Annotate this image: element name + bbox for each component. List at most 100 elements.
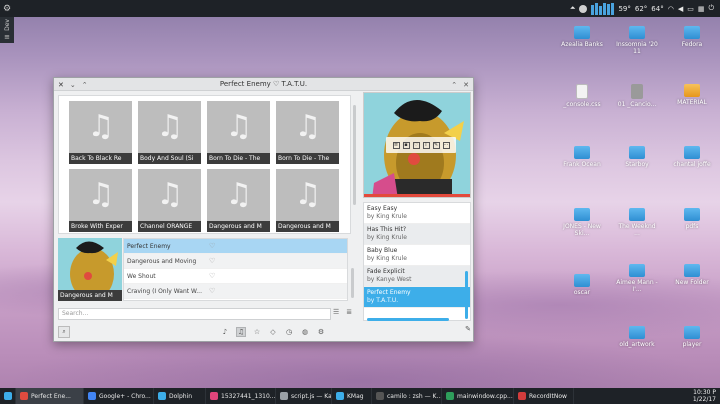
taskbar-item[interactable]: mainwindow.cpp... <box>442 388 514 404</box>
playlist-item[interactable]: Fade Explicit by Kanye West <box>364 266 470 287</box>
desktop-icon[interactable]: 01 _Cancio... <box>615 84 659 108</box>
playlist-item[interactable]: Has This Hit? by King Krule <box>364 224 470 245</box>
desktop-icon[interactable]: player <box>670 326 714 348</box>
desktop-icon-label: 01 _Cancio... <box>617 101 657 108</box>
album-title: Channel ORANGE <box>138 221 201 232</box>
taskbar-item[interactable]: camilo : zsh — K... <box>372 388 442 404</box>
taskbar-item[interactable]: Perfect Ene... <box>16 388 84 404</box>
desktop-icon[interactable]: oscar <box>560 274 604 296</box>
edit-icon[interactable]: ✎ <box>432 141 440 149</box>
album-cover-thumbnail[interactable]: Dangerous and M <box>58 238 122 301</box>
music-note-icon: ♫ <box>156 177 184 212</box>
wifi-icon[interactable]: ◠ <box>668 0 674 17</box>
cpu-monitor-icon[interactable] <box>591 0 615 17</box>
arrow-up-icon[interactable]: ⏶ <box>570 0 576 17</box>
window-titlebar[interactable]: ✕ ⌄ ⌃ Perfect Enemy ♡ T.A.T.U. ⌃ ✕ <box>54 78 473 91</box>
track-progress-bar[interactable] <box>364 194 470 197</box>
taskbar-item[interactable]: Google+ - Chro... <box>84 388 154 404</box>
desktop-icon-label: player <box>682 341 702 348</box>
settings-icon[interactable]: ⚙ <box>316 328 326 336</box>
playlist-item[interactable]: Easy Easy by King Krule <box>364 203 470 224</box>
search-input[interactable]: Search... <box>58 308 331 320</box>
desktop-icon[interactable]: Azealia Banks <box>560 26 604 48</box>
album-tile[interactable]: ♫ Broke With Exper <box>69 169 132 232</box>
more-icon[interactable]: ⋯ <box>442 141 450 149</box>
clock-time: 10:30 P <box>693 389 716 396</box>
track-list: Perfect Enemy ♡ Dangerous and Moving ♡ We … <box>123 238 348 301</box>
taskbar-item[interactable]: KMag <box>332 388 372 404</box>
heart-icon[interactable]: ♡ <box>209 287 215 295</box>
music-note-icon[interactable]: ♪ <box>220 328 230 336</box>
kde-launcher-icon[interactable] <box>0 388 16 404</box>
desktop-icon[interactable]: Frank Ocean <box>560 146 604 168</box>
network-icon[interactable] <box>579 0 588 17</box>
info-icon[interactable]: i <box>422 141 430 149</box>
dev-activity-switcher[interactable]: Dev ≡ <box>0 17 14 43</box>
album-icon[interactable]: ▪ <box>402 141 410 149</box>
playlist-scrollbar[interactable] <box>465 271 468 319</box>
heart-icon[interactable]: ♡ <box>412 141 420 149</box>
star-icon[interactable]: ☆ <box>252 328 262 336</box>
list-icon[interactable]: ≡ <box>392 141 400 149</box>
desktop-icon[interactable]: chantal joffe <box>670 146 714 168</box>
album-tile[interactable]: ♫ Body And Soul (Si <box>138 101 201 164</box>
track-list-scrollbar[interactable] <box>351 268 354 298</box>
heart-icon[interactable]: ♡ <box>209 257 215 265</box>
taskbar-item[interactable]: 15327441_1310... <box>206 388 276 404</box>
chevron-down-icon[interactable]: ⌄ <box>70 81 76 89</box>
history-icon[interactable]: ◷ <box>284 328 294 336</box>
album-tile[interactable]: ♫ Back To Black Re <box>69 101 132 164</box>
taskbar-item[interactable]: script.js — Kate <box>276 388 332 404</box>
battery-icon[interactable]: ▭ <box>687 0 694 17</box>
track-row-active[interactable]: Perfect Enemy ♡ <box>124 239 347 254</box>
globe-icon[interactable]: ◍ <box>300 328 310 336</box>
temperature-2: 62° <box>634 4 648 13</box>
power-icon[interactable]: ⏻ <box>708 0 714 17</box>
taskbar-item-label: Dolphin <box>169 392 193 400</box>
playlist-item-active[interactable]: Perfect Enemy by T.A.T.U. <box>364 287 470 308</box>
desktop-icon[interactable]: pdfs <box>670 208 714 230</box>
desktop-icon[interactable]: JONES - New Ski... <box>560 208 604 237</box>
playlist-edit-icon[interactable]: ✎ <box>465 325 471 333</box>
calendar-icon[interactable]: ▦ <box>698 0 705 17</box>
minimize-icon[interactable]: ⌃ <box>451 81 457 89</box>
tag-icon[interactable]: ◇ <box>268 328 278 336</box>
desktop-icon[interactable]: New Folder <box>670 264 714 286</box>
album-tile[interactable]: ♫ Channel ORANGE <box>138 169 201 232</box>
desktop-icon[interactable]: _console.css <box>560 84 604 108</box>
folder-icon <box>629 26 645 39</box>
clock[interactable]: 10:30 P 1/22/17 <box>693 389 720 403</box>
desktop-icon[interactable]: The Weeknd ... <box>615 208 659 237</box>
hamburger-menu-icon[interactable]: ≡ <box>4 33 10 41</box>
desktop-icon[interactable]: MATERIAL <box>670 84 714 106</box>
track-row[interactable]: Dangerous and Moving ♡ <box>124 254 347 269</box>
heart-icon[interactable]: ♡ <box>209 272 215 280</box>
playlist-item[interactable]: Baby Blue by King Krule <box>364 245 470 266</box>
close-icon[interactable]: ✕ <box>58 81 64 89</box>
album-tile[interactable]: ♫ Dangerous and M <box>207 169 270 232</box>
album-view-icon[interactable]: ♫ <box>236 326 246 337</box>
volume-icon[interactable]: ◀ <box>678 0 683 17</box>
app-launcher-icon[interactable]: ⚙ <box>0 0 14 17</box>
sort-icon[interactable]: ☰ <box>333 308 339 316</box>
album-tile[interactable]: ♫ Born To Die - The <box>276 101 339 164</box>
filter-icon[interactable]: ≣ <box>346 308 352 316</box>
desktop-icon[interactable]: Starboy <box>615 146 659 168</box>
track-row[interactable]: Craving (I Only Want W... ♡ <box>124 284 347 299</box>
album-tile[interactable]: ♫ Born To Die - The <box>207 101 270 164</box>
desktop-icon[interactable]: old_artwork <box>615 326 659 348</box>
folder-icon <box>684 84 700 97</box>
desktop-icon[interactable]: Fedora <box>670 26 714 48</box>
chevron-up-icon[interactable]: ⌃ <box>82 81 88 89</box>
track-row[interactable]: We Shout ♡ <box>124 269 347 284</box>
search-icon[interactable]: ⌕ <box>58 325 70 338</box>
desktop-icon[interactable]: Aimee Mann - I'... <box>615 264 659 293</box>
window-close-icon[interactable]: ✕ <box>463 81 469 89</box>
album-tile[interactable]: ♫ Dangerous and M <box>276 169 339 232</box>
volume-bar[interactable] <box>367 318 449 321</box>
taskbar-item[interactable]: Dolphin <box>154 388 206 404</box>
desktop-icon[interactable]: Inssomnia '20 11 <box>615 26 659 55</box>
heart-icon[interactable]: ♡ <box>209 242 215 250</box>
taskbar-item[interactable]: RecordItNow <box>514 388 574 404</box>
album-grid-scrollbar[interactable] <box>353 105 356 205</box>
